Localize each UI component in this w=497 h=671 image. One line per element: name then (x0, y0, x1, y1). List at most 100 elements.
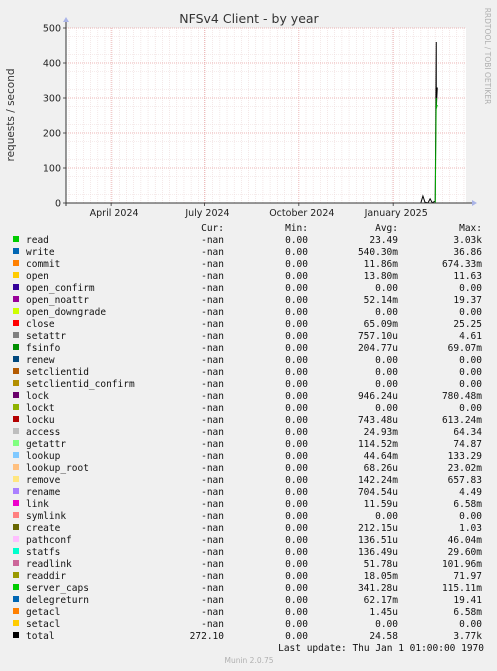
legend-min-open: 0.00 (285, 271, 308, 282)
legend-max-delegreturn: 19.41 (453, 595, 482, 606)
legend-swatch-create (13, 524, 19, 530)
legend-cur-getattr: -nan (201, 439, 224, 450)
legend-swatch-total (13, 632, 19, 638)
legend-avg-open_downgrade: 0.00 (375, 307, 398, 318)
legend-avg-total: 24.58 (369, 631, 398, 642)
legend-max-open_noattr: 19.37 (453, 295, 482, 306)
legend-max-open: 11.63 (453, 271, 482, 282)
legend-max-server_caps: 115.11m (442, 583, 482, 594)
legend-label-readlink: readlink (26, 559, 72, 570)
legend-min-total: 0.00 (285, 631, 308, 642)
legend-min-setacl: 0.00 (285, 619, 308, 630)
legend-cur-lookup: -nan (201, 451, 224, 462)
legend-avg-fsinfo: 204.77u (358, 343, 398, 354)
legend-swatch-lookup_root (13, 464, 19, 470)
legend-label-commit: commit (26, 259, 60, 270)
legend-avg-symlink: 0.00 (375, 511, 398, 522)
legend-cur-symlink: -nan (201, 511, 224, 522)
legend-avg-close: 65.09m (364, 319, 399, 330)
legend-cur-open_noattr: -nan (201, 295, 224, 306)
legend-max-lock: 780.48m (442, 391, 482, 402)
y-tick-label: 300 (43, 94, 61, 105)
legend-swatch-readlink (13, 560, 19, 566)
legend-label-renew: renew (26, 355, 55, 366)
legend-min-lookup_root: 0.00 (285, 463, 308, 474)
legend-swatch-setclientid (13, 368, 19, 374)
legend-max-write: 36.86 (453, 247, 482, 258)
chart-title: NFSv4 Client - by year (179, 11, 319, 26)
legend-avg-link: 11.59u (364, 499, 398, 510)
legend-min-write: 0.00 (285, 247, 308, 258)
legend-min-access: 0.00 (285, 427, 308, 438)
legend-min-delegreturn: 0.00 (285, 595, 308, 606)
legend-min-readlink: 0.00 (285, 559, 308, 570)
x-tick-label: January 2025 (364, 208, 428, 219)
legend-max-setacl: 0.00 (459, 619, 482, 630)
legend-min-rename: 0.00 (285, 487, 308, 498)
legend-min-statfs: 0.00 (285, 547, 308, 558)
legend-max-open_confirm: 0.00 (459, 283, 482, 294)
legend-min-lookup: 0.00 (285, 451, 308, 462)
legend-avg-commit: 11.86m (364, 259, 399, 270)
legend-avg-open_confirm: 0.00 (375, 283, 398, 294)
legend-cur-open: -nan (201, 271, 224, 282)
legend-swatch-open_noattr (13, 296, 19, 302)
legend-swatch-pathconf (13, 536, 19, 542)
munin-graph: NFSv4 Client - by year requests / second… (0, 0, 497, 671)
legend-min-locku: 0.00 (285, 415, 308, 426)
legend-swatch-open_confirm (13, 284, 19, 290)
legend-cur-open_downgrade: -nan (201, 307, 224, 318)
legend-swatch-write (13, 248, 19, 254)
legend-cur-statfs: -nan (201, 547, 224, 558)
legend-swatch-close (13, 320, 19, 326)
legend-swatch-setclientid_confirm (13, 380, 19, 386)
legend-min-lock: 0.00 (285, 391, 308, 402)
legend-swatch-lock (13, 392, 19, 398)
legend-avg-renew: 0.00 (375, 355, 398, 366)
legend-min-setclientid: 0.00 (285, 367, 308, 378)
legend-cur-setclientid_confirm: -nan (201, 379, 224, 390)
legend-avg-readdir: 18.05m (364, 571, 399, 582)
legend-min-create: 0.00 (285, 523, 308, 534)
legend-avg-lockt: 0.00 (375, 403, 398, 414)
legend-label-close: close (26, 319, 55, 330)
legend-label-rename: rename (26, 487, 61, 498)
legend-min-getattr: 0.00 (285, 439, 308, 450)
legend-cur-open_confirm: -nan (201, 283, 224, 294)
y-tick-label: 400 (43, 59, 61, 70)
legend-max-fsinfo: 69.07m (448, 343, 483, 354)
legend-cur-fsinfo: -nan (201, 343, 224, 354)
legend-label-getacl: getacl (26, 607, 60, 618)
legend-cur-setclientid: -nan (201, 367, 224, 378)
legend-min-open_noattr: 0.00 (285, 295, 308, 306)
legend-label-access: access (26, 427, 60, 438)
legend-max-getattr: 74.87 (453, 439, 482, 450)
legend-cur-create: -nan (201, 523, 224, 534)
legend-avg-rename: 704.54u (358, 487, 398, 498)
legend-header-cur: Cur: (201, 223, 224, 234)
legend-cur-lookup_root: -nan (201, 463, 224, 474)
legend-cur-commit: -nan (201, 259, 224, 270)
last-update: Last update: Thu Jan 1 01:00:00 1970 (278, 643, 484, 654)
legend-max-access: 64.34 (453, 427, 482, 438)
legend-max-lookup: 133.29 (448, 451, 483, 462)
legend-label-open: open (26, 271, 49, 282)
legend-max-symlink: 0.00 (459, 511, 482, 522)
legend-min-commit: 0.00 (285, 259, 308, 270)
legend-min-read: 0.00 (285, 235, 308, 246)
legend-label-open_confirm: open_confirm (26, 283, 95, 294)
legend-cur-close: -nan (201, 319, 224, 330)
x-tick-label: July 2024 (184, 208, 229, 219)
legend-cur-lockt: -nan (201, 403, 224, 414)
legend-label-link: link (26, 499, 49, 510)
legend-max-setclientid_confirm: 0.00 (459, 379, 482, 390)
legend-max-locku: 613.24m (442, 415, 482, 426)
legend-swatch-renew (13, 356, 19, 362)
legend-min-pathconf: 0.00 (285, 535, 308, 546)
legend-min-remove: 0.00 (285, 475, 308, 486)
legend-cur-rename: -nan (201, 487, 224, 498)
legend-cur-locku: -nan (201, 415, 224, 426)
legend-avg-open: 13.80m (364, 271, 399, 282)
legend-max-readdir: 71.97 (453, 571, 482, 582)
legend-max-renew: 0.00 (459, 355, 482, 366)
